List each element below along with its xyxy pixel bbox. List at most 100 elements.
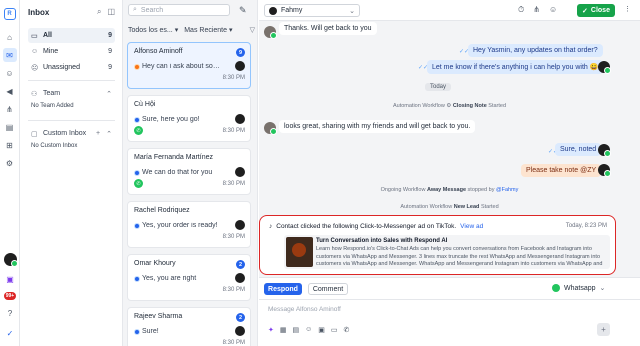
chevron-up-icon[interactable]: ⌃ <box>106 130 112 138</box>
workflow-name: Away Message <box>426 187 467 193</box>
contact-name: Cù Hội <box>134 101 156 108</box>
workflow-icon[interactable]: ⋔ <box>3 102 17 116</box>
help-icon[interactable]: ? <box>3 306 17 320</box>
message-preview: Sure! <box>142 328 159 335</box>
conversation-list: ⌕ Search ✎ Todos los es... ▾ Mas Recient… <box>123 0 258 346</box>
conversation-card[interactable]: Cù Hội Sure, here you go! ✆ 8:30 PM <box>127 95 251 142</box>
contact-info-icon[interactable]: ☺ <box>549 5 557 15</box>
inbox-item-count: 9 <box>108 48 112 55</box>
search-icon: ⌕ <box>133 6 137 13</box>
image-icon[interactable]: ▣ <box>318 326 325 334</box>
user-mention[interactable]: @Fahmy <box>496 187 518 193</box>
sort-filter[interactable]: Mas Reciente ▾ <box>184 26 232 34</box>
add-icon[interactable]: + <box>96 130 100 137</box>
integrations-icon[interactable]: ⊞ <box>3 138 17 152</box>
conversation-card[interactable]: María Fernanda Martínez We can do that f… <box>127 148 251 195</box>
ai-assist-icon[interactable]: ✦ <box>268 326 274 334</box>
contact-avatar <box>264 26 277 39</box>
collapse-sidebar-icon[interactable]: ◫ <box>107 7 115 17</box>
contacts-icon[interactable]: ☺ <box>3 66 17 80</box>
ad-title: Turn Conversation into Sales with Respon… <box>316 238 448 244</box>
inbox-item-count: 9 <box>108 32 112 39</box>
send-button[interactable]: + <box>597 323 610 336</box>
conversation-card[interactable]: Rachel Rodriquez Yes, your order is read… <box>127 201 251 248</box>
contact-name: Fahmy <box>281 7 303 14</box>
outgoing-message: Hey Yasmin, any updates on that order? <box>468 44 603 57</box>
custom-inbox-label: Custom Inbox <box>43 130 87 137</box>
search-icon[interactable]: ⌕ <box>97 7 101 17</box>
message-time: 8:30 PM <box>222 287 245 293</box>
chevron-down-icon: ⌄ <box>349 7 355 15</box>
attachment-icon[interactable]: ▦ <box>280 326 287 334</box>
inbox-item-mine[interactable]: ☺ Mine 9 <box>28 44 115 59</box>
message-input[interactable]: Message Alfonso Aminoff <box>268 306 341 313</box>
tab-comment[interactable]: Comment <box>308 283 348 295</box>
snooze-icon[interactable]: ⏱ <box>518 5 524 15</box>
ad-preview[interactable]: Turn Conversation into Sales with Respon… <box>284 235 610 269</box>
whatsapp-template-icon[interactable]: ✆ <box>344 326 350 334</box>
search-input[interactable]: ⌕ Search <box>128 4 230 16</box>
chevron-up-icon[interactable]: ⌃ <box>106 90 112 98</box>
close-conversation-button[interactable]: ✓ Close <box>577 4 615 17</box>
tiktok-icon: ♪ <box>269 223 273 230</box>
filter-icon[interactable]: ▽ <box>250 26 255 34</box>
agent-avatar <box>598 164 611 177</box>
agent-avatar <box>598 61 611 74</box>
inbox-item-all[interactable]: ▭ All 9 <box>28 28 115 43</box>
notification-badge[interactable]: 99+ <box>3 292 17 300</box>
chevron-down-icon: ⌄ <box>599 285 606 292</box>
agent-avatar <box>598 144 611 157</box>
ad-thumbnail <box>286 237 313 267</box>
notes-icon[interactable]: ▣ <box>3 272 17 286</box>
tab-respond[interactable]: Respond <box>264 283 302 295</box>
status-dot <box>134 276 140 282</box>
more-options-icon[interactable]: ⋮ <box>624 5 631 13</box>
divider <box>259 299 640 300</box>
inbox-item-unassigned[interactable]: ☹ Unassigned 9 <box>28 60 115 75</box>
divider <box>28 120 115 121</box>
outgoing-message: Let me know if there's anything i can he… <box>427 60 604 74</box>
system-event-suffix: Started <box>488 103 507 109</box>
conversation-card[interactable]: Omar Khoury 2 Yes, you are right 8:30 PM <box>127 254 251 301</box>
custom-inbox-section[interactable]: ▢ Custom Inbox + ⌃ <box>28 126 115 141</box>
emoji-icon[interactable]: ☺ <box>305 326 312 334</box>
view-ad-link[interactable]: View ad <box>460 223 483 230</box>
snippet-icon[interactable]: ▤ <box>293 326 300 334</box>
compose-icon[interactable]: ✎ <box>239 5 247 16</box>
custom-inbox-empty-text: No Custom Inbox <box>31 143 78 149</box>
nav-rail: R ⌂ ✉ ☺ ◀ ⋔ ▤ ⊞ ⚙ ▣ 99+ ? ✓ <box>0 0 20 346</box>
unread-badge: 2 <box>236 260 245 269</box>
inbox-icon[interactable]: ✉ <box>2 48 17 62</box>
settings-icon[interactable]: ⚙ <box>3 156 17 170</box>
home-icon[interactable]: ⌂ <box>3 30 17 44</box>
channel-selector[interactable]: Whatsapp ⌄ <box>552 284 605 292</box>
workflow-name: New Lead <box>453 204 480 210</box>
status-dot <box>134 117 140 123</box>
incoming-message: looks great, sharing with my friends and… <box>279 120 476 133</box>
team-section[interactable]: ⚇ Team ⌃ <box>28 86 115 101</box>
system-event-prefix: Ongoing Workflow <box>380 187 426 193</box>
status-dot <box>134 170 140 176</box>
conversation-card[interactable]: Rajeev Sharma 2 Sure! 8:30 PM <box>127 307 251 346</box>
ad-referral-card: ♪ Contact clicked the following Click-to… <box>259 215 616 275</box>
status-dot <box>134 329 140 335</box>
internal-note: Please take note @ZY <box>521 164 602 177</box>
contact-selector[interactable]: Fahmy ⌄ <box>264 4 360 17</box>
reports-icon[interactable]: ▤ <box>3 120 17 134</box>
system-event-prefix: Automation Workflow <box>400 204 453 210</box>
workspace-logo[interactable]: R <box>3 8 16 20</box>
status-filter[interactable]: Todos los es... ▾ <box>128 26 178 34</box>
contact-avatar <box>264 122 277 135</box>
broadcast-icon[interactable]: ◀ <box>3 84 17 98</box>
user-avatar[interactable] <box>3 253 18 267</box>
checkmark-icon[interactable]: ✓ <box>3 326 17 340</box>
whatsapp-icon: ✆ <box>134 126 143 135</box>
message-preview: Sure, here you go! <box>142 116 200 123</box>
inbox-sidebar: Inbox ⌕ ◫ ▭ All 9 ☺ Mine 9 ☹ Unassigned … <box>21 0 123 346</box>
conversation-card[interactable]: Alfonso Aminoff 9 Hey can i ask about so… <box>127 42 251 89</box>
workflow-icon[interactable]: ⋔ <box>533 5 540 15</box>
contact-name: Rajeev Sharma <box>134 313 183 320</box>
template-icon[interactable]: ▭ <box>331 326 338 334</box>
team-empty-text: No Team Added <box>31 103 74 109</box>
system-event: Ongoing Workflow Away Message stopped by… <box>259 187 640 193</box>
